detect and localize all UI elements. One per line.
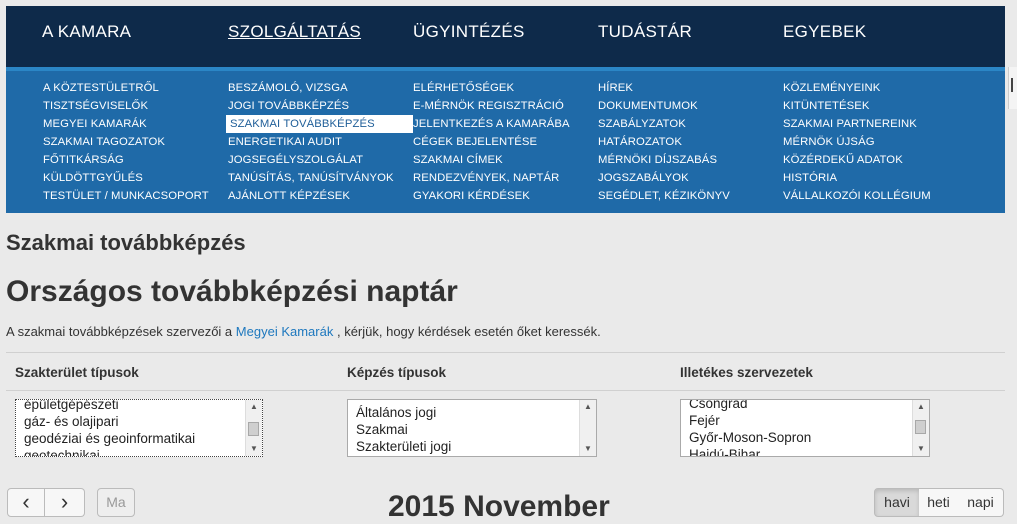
mega-col-kamara: A KÖZTESTÜLETRŐL TISZTSÉGVISELŐK MEGYEI …: [43, 79, 228, 205]
page-title: Országos továbbképzési naptár: [6, 275, 458, 308]
mega-item[interactable]: MÉRNÖKI DÍJSZABÁS: [598, 151, 783, 169]
mega-item[interactable]: TANÚSÍTÁS, TANÚSÍTVÁNYOK: [228, 169, 413, 187]
nav-top-egyebek[interactable]: EGYEBEK: [783, 22, 866, 42]
mega-menu: A KÖZTESTÜLETRŐL TISZTSÉGVISELŐK MEGYEI …: [6, 71, 1005, 213]
mega-item[interactable]: KITÜNTETÉSEK: [783, 97, 968, 115]
mega-item[interactable]: JOGSEGÉLYSZOLGÁLAT: [228, 151, 413, 169]
listbox-option[interactable]: gáz- és olajipari: [24, 413, 244, 430]
megyei-kamarak-link[interactable]: Megyei Kamarák: [236, 324, 334, 339]
mega-item[interactable]: JOGI TOVÁBBKÉPZÉS: [228, 97, 413, 115]
mega-item[interactable]: KÖZLEMÉNYEINK: [783, 79, 968, 97]
mega-col-tudastar: HÍREK DOKUMENTUMOK SZABÁLYZATOK HATÁROZA…: [598, 79, 783, 205]
mega-item[interactable]: ENERGETIKAI AUDIT: [228, 133, 413, 151]
mega-item[interactable]: DOKUMENTUMOK: [598, 97, 783, 115]
intro-text: A szakmai továbbképzések szervezői a Meg…: [6, 324, 601, 339]
mega-item[interactable]: CÉGEK BEJELENTÉSE: [413, 133, 598, 151]
chevron-right-icon: ›: [60, 489, 69, 514]
mega-item[interactable]: A KÖZTESTÜLETRŐL: [43, 79, 228, 97]
listbox-scrollbar[interactable]: ▲ ▼: [579, 400, 596, 456]
listbox-option[interactable]: geodéziai és geoinformatikai: [24, 430, 244, 447]
listbox-scrollbar[interactable]: ▲ ▼: [912, 400, 929, 456]
calendar-title: 2015 November: [388, 490, 610, 523]
mega-item[interactable]: SZABÁLYZATOK: [598, 115, 783, 133]
mega-col-egyebek: KÖZLEMÉNYEINK KITÜNTETÉSEK SZAKMAI PARTN…: [783, 79, 968, 205]
mega-item[interactable]: JOGSZABÁLYOK: [598, 169, 783, 187]
view-week-button[interactable]: heti: [919, 488, 959, 517]
intro-text-before: A szakmai továbbképzések szervezői a: [6, 324, 233, 339]
section-title: Szakmai továbbképzés: [6, 230, 246, 255]
mega-item[interactable]: SZAKMAI CÍMEK: [413, 151, 598, 169]
listbox-option[interactable]: Szakmai: [356, 421, 578, 438]
scroll-down-icon[interactable]: ▼: [246, 443, 262, 455]
scroll-down-icon[interactable]: ▼: [580, 443, 596, 455]
listbox-option[interactable]: Szakterületi jogi: [356, 438, 578, 455]
listbox-option[interactable]: Hajdú-Bihar: [689, 446, 911, 456]
mega-item[interactable]: RENDEZVÉNYEK, NAPTÁR: [413, 169, 598, 187]
mega-item[interactable]: FŐTITKÁRSÁG: [43, 151, 228, 169]
mega-item[interactable]: KÜLDÖTTGYŰLÉS: [43, 169, 228, 187]
listbox-option[interactable]: geotechnikai: [24, 447, 244, 456]
mega-item[interactable]: MÉRNÖK ÚJSÁG: [783, 133, 968, 151]
mega-item[interactable]: MEGYEI KAMARÁK: [43, 115, 228, 133]
mega-item[interactable]: HATÁROZATOK: [598, 133, 783, 151]
mega-item[interactable]: TESTÜLET / MUNKACSOPORT: [43, 187, 228, 205]
mega-item[interactable]: HÍREK: [598, 79, 783, 97]
nav-top-tudastar[interactable]: TUDÁSTÁR: [598, 22, 692, 42]
scroll-thumb[interactable]: [248, 422, 259, 436]
szakterulet-listbox[interactable]: épületgépészeti gáz- és olajipari geodéz…: [15, 399, 263, 457]
scroll-up-icon[interactable]: ▲: [913, 401, 929, 413]
mega-item[interactable]: BESZÁMOLÓ, VIZSGA: [228, 79, 413, 97]
mega-item[interactable]: E-MÉRNÖK REGISZTRÁCIÓ: [413, 97, 598, 115]
mega-item[interactable]: SZAKMAI PARTNEREINK: [783, 115, 968, 133]
mega-item[interactable]: SZAKMAI TAGOZATOK: [43, 133, 228, 151]
mega-item[interactable]: GYAKORI KÉRDÉSEK: [413, 187, 598, 205]
view-month-button[interactable]: havi: [874, 488, 920, 517]
intro-text-after: , kérjük, hogy kérdések esetén őket kere…: [336, 324, 601, 339]
listbox-option[interactable]: Győr-Moson-Sopron: [689, 429, 911, 446]
filter-label-szervezetek: Illetékes szervezetek: [680, 365, 813, 380]
filter-divider-bottom: [6, 390, 1005, 391]
mega-col-ugyintezes: ELÉRHETŐSÉGEK E-MÉRNÖK REGISZTRÁCIÓ JELE…: [413, 79, 598, 205]
mega-col-szolgaltatas: BESZÁMOLÓ, VIZSGA JOGI TOVÁBBKÉPZÉS SZAK…: [226, 79, 413, 205]
view-day-button[interactable]: napi: [958, 488, 1004, 517]
mega-item[interactable]: KÖZÉRDEKŰ ADATOK: [783, 151, 968, 169]
nav-top-szolgaltatas[interactable]: SZOLGÁLTATÁS: [228, 22, 361, 42]
scroll-up-icon[interactable]: ▲: [580, 401, 596, 413]
mega-item[interactable]: AJÁNLOTT KÉPZÉSEK: [228, 187, 413, 205]
today-button[interactable]: Ma: [97, 488, 135, 517]
mega-item[interactable]: JELENTKEZÉS A KAMARÁBA: [413, 115, 598, 133]
filter-label-kepzes: Képzés típusok: [347, 365, 447, 380]
listbox-option[interactable]: épületgépészeti: [24, 400, 244, 413]
mega-item[interactable]: TISZTSÉGVISELŐK: [43, 97, 228, 115]
mega-item-active[interactable]: SZAKMAI TOVÁBBKÉPZÉS: [226, 115, 413, 133]
scroll-down-icon[interactable]: ▼: [913, 443, 929, 455]
szervezetek-listbox[interactable]: Csongrád Fejér Győr-Moson-Sopron Hajdú-B…: [680, 399, 930, 457]
mega-item[interactable]: SEGÉDLET, KÉZIKÖNYV: [598, 187, 783, 205]
kepzes-listbox[interactable]: Általános jogi Szakmai Szakterületi jogi…: [347, 399, 597, 457]
scrollbar-grip-icon: [1011, 78, 1013, 92]
mega-item[interactable]: HISTÓRIA: [783, 169, 968, 187]
listbox-scrollbar[interactable]: ▲ ▼: [245, 400, 262, 456]
listbox-option[interactable]: Általános jogi: [356, 404, 578, 421]
filter-label-szakterulet: Szakterület típusok: [15, 365, 139, 380]
mega-item[interactable]: VÁLLALKOZÓI KOLLÉGIUM: [783, 187, 968, 205]
nav-top-a-kamara[interactable]: A KAMARA: [42, 22, 131, 42]
next-month-button[interactable]: ›: [45, 488, 85, 517]
scroll-up-icon[interactable]: ▲: [246, 401, 262, 413]
scroll-thumb[interactable]: [915, 420, 926, 434]
mega-item[interactable]: ELÉRHETŐSÉGEK: [413, 79, 598, 97]
chevron-left-icon: ‹: [22, 489, 30, 514]
prev-month-button[interactable]: ‹: [7, 488, 45, 517]
nav-top-ugyintezes[interactable]: ÜGYINTÉZÉS: [413, 22, 525, 42]
filter-divider-top: [6, 352, 1005, 353]
listbox-option[interactable]: Fejér: [689, 412, 911, 429]
listbox-option[interactable]: Csongrád: [689, 400, 911, 412]
